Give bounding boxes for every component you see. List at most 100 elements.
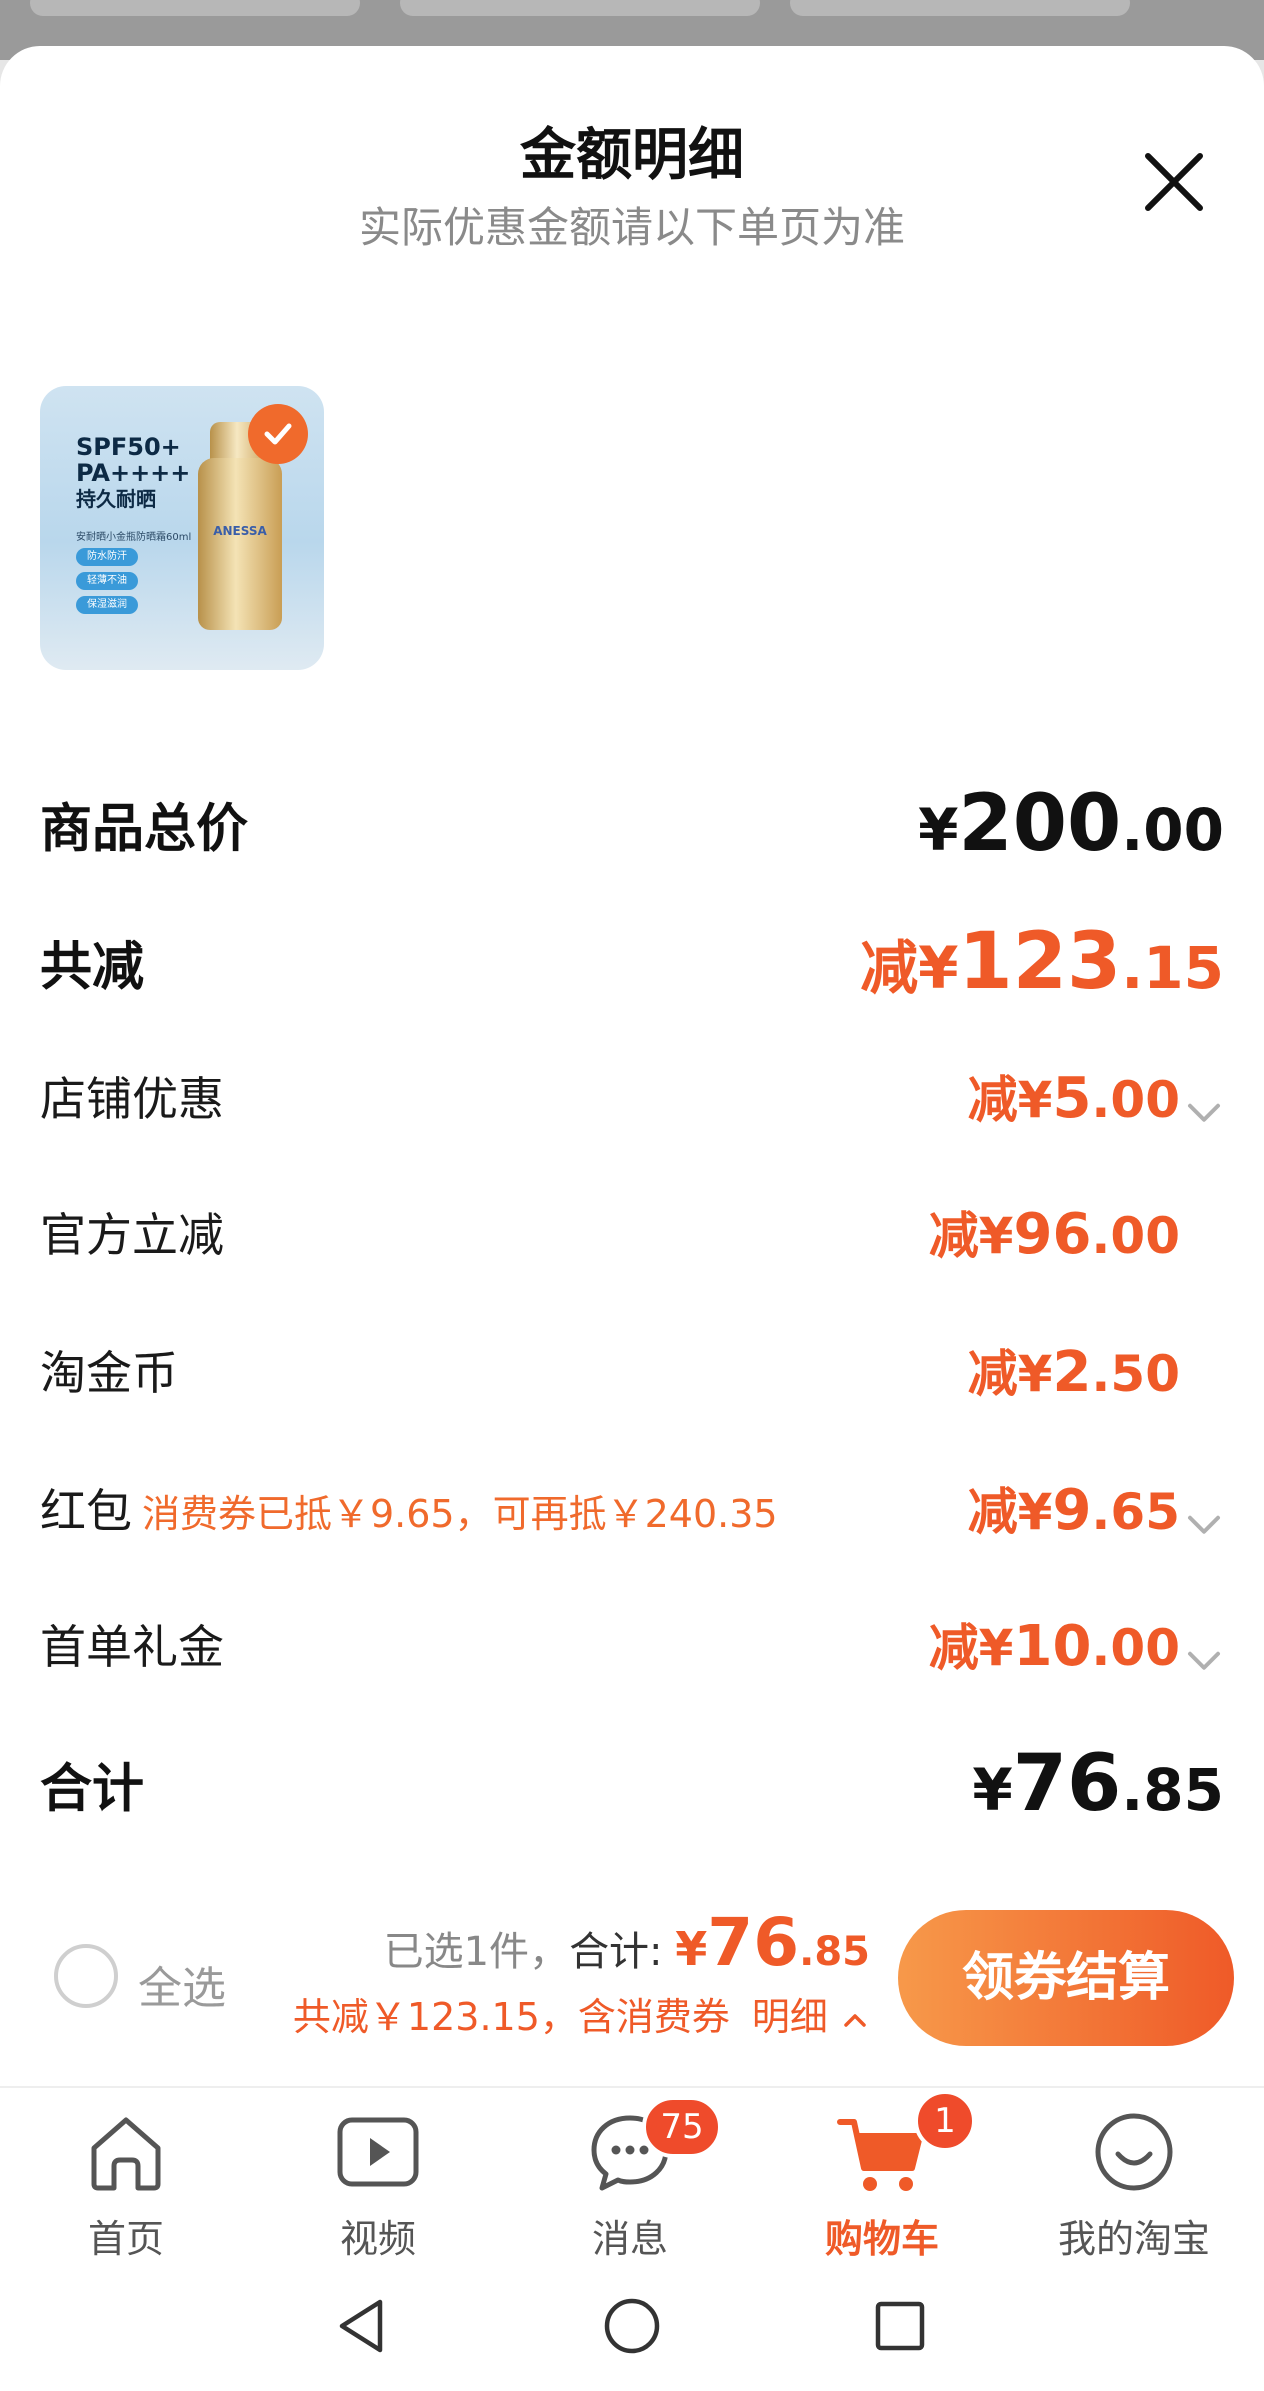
official-discount-label: 官方立减 xyxy=(40,1208,224,1262)
total-discount-dec: .15 xyxy=(1121,934,1224,1002)
product-bottle xyxy=(198,458,282,630)
selected-check-icon[interactable] xyxy=(248,404,308,464)
video-play-icon xyxy=(337,2117,419,2187)
total-row: 合计 ¥76.85 xyxy=(40,1739,1224,1829)
background-pill xyxy=(400,0,760,16)
home-icon xyxy=(91,2117,161,2191)
red-packet-amount: 减¥9.65 xyxy=(968,1472,1224,1545)
detail-link[interactable]: 明细 xyxy=(752,1995,828,2039)
total-discount-int: 123 xyxy=(958,917,1122,1007)
shop-discount-prefix: 减¥ xyxy=(967,1070,1053,1129)
back-triangle-icon[interactable] xyxy=(330,2294,394,2358)
official-discount-row: 官方立减 减¥96.00 xyxy=(40,1192,1224,1272)
subtotal-amount: ¥200.00 xyxy=(918,779,1224,869)
recents-square-icon[interactable] xyxy=(868,2294,932,2358)
tab-cart-label: 购物车 xyxy=(824,2217,939,2261)
sum-label: 合计: xyxy=(569,1929,663,1975)
selected-count: 已选1件， xyxy=(383,1929,570,1975)
tab-home[interactable]: 首页 xyxy=(26,2098,226,2268)
total-amount: ¥76.85 xyxy=(972,1739,1224,1829)
total-label: 合计 xyxy=(40,1759,145,1820)
messages-badge: 75 xyxy=(642,2096,722,2158)
shop-discount-int: 5 xyxy=(1052,1065,1092,1131)
discount-summary: 共减￥123.15，含消费券 xyxy=(292,1995,730,2039)
coins-prefix: 减¥ xyxy=(967,1345,1053,1403)
first-order-label: 首单礼金 xyxy=(40,1620,224,1674)
background-pill xyxy=(790,0,1130,16)
first-order-amount: 减¥10.00 xyxy=(929,1608,1224,1681)
chevron-down-icon[interactable] xyxy=(1184,1092,1224,1132)
total-discount-label: 共减 xyxy=(40,937,145,998)
subtotal-prefix: ¥ xyxy=(918,796,959,864)
red-packet-int: 9 xyxy=(1052,1477,1092,1543)
red-packet-label: 红包 xyxy=(40,1484,132,1538)
red-packet-prefix: 减¥ xyxy=(967,1482,1053,1541)
subtotal-dec: .00 xyxy=(1121,796,1224,864)
shop-discount-row[interactable]: 店铺优惠 减¥5.00 xyxy=(40,1056,1224,1136)
total-int: 76 xyxy=(1012,1739,1122,1829)
close-icon[interactable] xyxy=(1134,142,1214,222)
total-discount-prefix: 减¥ xyxy=(860,934,959,1002)
first-order-row[interactable]: 首单礼金 减¥10.00 xyxy=(40,1604,1224,1684)
red-packet-dec: .65 xyxy=(1091,1482,1180,1541)
coins-row: 淘金币 减¥2.50 xyxy=(40,1330,1224,1410)
product-tag: 保湿滋润 xyxy=(76,596,138,614)
tab-profile-label: 我的淘宝 xyxy=(1057,2217,1210,2261)
first-order-prefix: 减¥ xyxy=(928,1618,1014,1677)
chevron-down-icon[interactable] xyxy=(1184,1640,1224,1680)
coins-int: 2 xyxy=(1052,1340,1092,1405)
red-packet-row[interactable]: 红包 消费券已抵￥9.65，可再抵￥240.35 减¥9.65 xyxy=(40,1468,1224,1548)
total-dec: .85 xyxy=(1121,1756,1224,1824)
chevron-down-icon[interactable] xyxy=(1184,1504,1224,1544)
red-packet-note: 消费券已抵￥9.65，可再抵￥240.35 xyxy=(142,1492,778,1536)
first-order-dec: .00 xyxy=(1091,1618,1180,1677)
sheet-title: 金额明细 xyxy=(520,123,744,188)
home-circle-icon[interactable] xyxy=(600,2294,664,2358)
tab-video-label: 视频 xyxy=(339,2217,416,2261)
checkout-button[interactable]: 领券结算 xyxy=(898,1910,1234,2046)
product-image-text: SPF50+ PA++++ 持久耐晒 xyxy=(76,434,190,512)
select-all-label[interactable]: 全选 xyxy=(138,1952,226,2016)
checkout-discount-line[interactable]: 共减￥123.15，含消费券 明细 xyxy=(293,1986,870,2041)
tab-home-label: 首页 xyxy=(87,2217,164,2261)
sum-dec: .85 xyxy=(799,1929,870,1975)
subtotal-int: 200 xyxy=(958,779,1122,869)
product-image-line3: 持久耐晒 xyxy=(76,487,156,511)
shop-discount-label: 店铺优惠 xyxy=(40,1072,224,1126)
coins-label: 淘金币 xyxy=(40,1346,178,1400)
shop-discount-amount: 减¥5.00 xyxy=(968,1060,1224,1133)
product-tag: 防水防汗 xyxy=(76,548,138,566)
total-discount-row: 共减 减¥123.15 xyxy=(40,917,1224,1007)
official-discount-prefix: 减¥ xyxy=(928,1207,1014,1265)
coins-dec: .50 xyxy=(1091,1345,1180,1403)
cart-badge: 1 xyxy=(914,2090,976,2152)
product-image-subline: 安耐晒小金瓶防晒霜60ml xyxy=(76,532,192,543)
product-brand: ANESSA xyxy=(213,524,267,538)
sum-amount: ¥76.85 xyxy=(675,1904,870,1981)
checkout-summary: 已选1件，合计: ¥76.85 xyxy=(384,1904,870,1981)
tab-profile[interactable]: 我的淘宝 xyxy=(1034,2098,1234,2268)
product-image-line1: SPF50+ xyxy=(76,433,181,461)
total-prefix: ¥ xyxy=(972,1756,1013,1824)
sheet-subtitle: 实际优惠金额请以下单页为准 xyxy=(358,203,905,252)
tab-messages-label: 消息 xyxy=(591,2217,668,2261)
sum-int: 76 xyxy=(707,1904,800,1981)
product-tag: 轻薄不油 xyxy=(76,572,138,590)
chevron-up-icon[interactable] xyxy=(840,2005,870,2035)
official-discount-int: 96 xyxy=(1013,1202,1092,1267)
shop-discount-dec: .00 xyxy=(1091,1070,1180,1129)
red-packet-label-group: 红包 消费券已抵￥9.65，可再抵￥240.35 xyxy=(40,1475,778,1541)
subtotal-row: 商品总价 ¥200.00 xyxy=(40,779,1224,869)
product-thumbnail[interactable]: SPF50+ PA++++ 持久耐晒 安耐晒小金瓶防晒霜60ml 防水防汗 轻薄… xyxy=(40,386,324,670)
product-image-line2: PA++++ xyxy=(76,459,191,487)
official-discount-dec: .00 xyxy=(1091,1207,1180,1265)
select-all-radio[interactable] xyxy=(54,1944,118,2008)
smile-face-icon xyxy=(1095,2113,1173,2191)
coins-amount: 减¥2.50 xyxy=(968,1334,1224,1406)
subtotal-label: 商品总价 xyxy=(40,799,249,860)
official-discount-amount: 减¥96.00 xyxy=(929,1196,1224,1268)
sum-prefix: ¥ xyxy=(675,1922,708,1976)
total-discount-amount: 减¥123.15 xyxy=(860,917,1224,1007)
first-order-int: 10 xyxy=(1013,1613,1092,1679)
tab-video[interactable]: 视频 xyxy=(278,2098,478,2268)
